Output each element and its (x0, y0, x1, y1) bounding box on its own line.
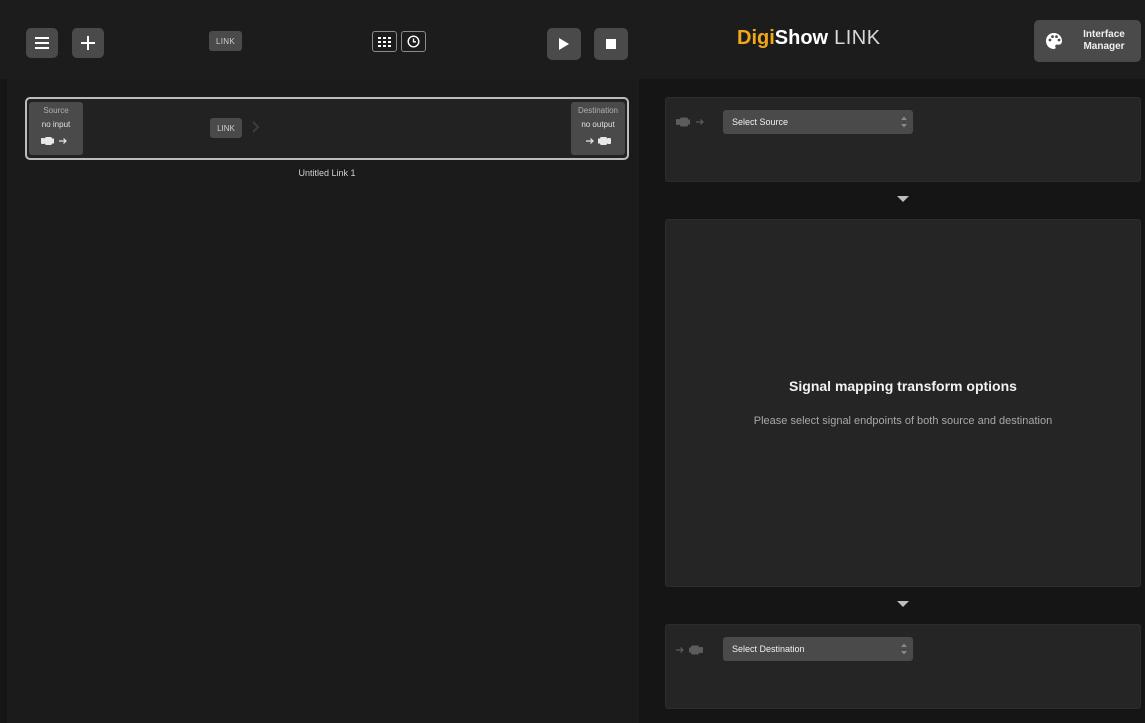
link-destination-title: Destination (577, 106, 619, 115)
link-name-label[interactable]: Untitled Link 1 (25, 168, 629, 178)
destination-select[interactable]: Select Destination (723, 637, 913, 661)
add-link-button[interactable] (72, 28, 104, 58)
play-button[interactable] (547, 28, 581, 60)
mapping-title: Signal mapping transform options (789, 378, 1017, 394)
timeline-button[interactable] (401, 31, 426, 52)
flow-down-arrow-icon (897, 601, 909, 607)
brand-link: LINK (834, 27, 881, 49)
clock-icon (407, 35, 420, 48)
source-panel: Select Source (665, 97, 1141, 182)
chevron-right-icon (252, 121, 260, 133)
link-destination-endpoint[interactable]: Destination no output (571, 102, 625, 155)
grid-view-button[interactable] (372, 31, 397, 52)
interface-manager-label-line1: Interface (1083, 29, 1125, 40)
interface-manager-button[interactable]: Interface Manager (1034, 20, 1141, 62)
play-icon (559, 38, 569, 50)
stop-icon (606, 39, 616, 49)
hamburger-icon (35, 37, 49, 49)
mapping-hint: Please select signal endpoints of both s… (753, 415, 1053, 427)
flow-down-arrow-icon (897, 196, 909, 202)
destination-select-value: Select Destination (732, 644, 805, 654)
destination-panel: Select Destination (665, 624, 1141, 709)
link-source-title: Source (43, 106, 69, 115)
link-mode-button[interactable]: LINK (209, 31, 242, 51)
link-destination-status: no output (581, 120, 615, 129)
app-logo: DigiShow LINK (737, 27, 881, 53)
toolbar: LINK DigiShow LINK Interface Manager (0, 0, 1145, 79)
destination-plug-icon (676, 645, 703, 655)
grid-icon (378, 36, 391, 47)
menu-button[interactable] (26, 28, 58, 58)
palette-icon (1046, 33, 1062, 49)
interface-manager-label: Interface Manager (1072, 29, 1136, 53)
plug-out-icon (41, 137, 67, 145)
select-spinner-icon (901, 116, 907, 128)
link-item[interactable]: Source no input LINK Destination no outp… (25, 97, 629, 160)
source-select-value: Select Source (732, 117, 789, 127)
plus-icon (81, 36, 95, 50)
mapping-options-panel: Signal mapping transform options Please … (665, 219, 1141, 587)
brand-show: Show (774, 27, 829, 49)
link-source-endpoint[interactable]: Source no input (29, 102, 83, 155)
select-spinner-icon (901, 643, 907, 655)
source-plug-icon (676, 117, 704, 127)
brand-digi: Digi (737, 27, 775, 49)
link-connector-label: LINK (210, 118, 242, 138)
interface-manager-label-line2: Manager (1083, 41, 1125, 52)
plug-in-icon (586, 137, 611, 145)
stop-button[interactable] (594, 28, 628, 60)
source-select[interactable]: Select Source (723, 110, 913, 134)
link-source-status: no input (41, 120, 71, 129)
